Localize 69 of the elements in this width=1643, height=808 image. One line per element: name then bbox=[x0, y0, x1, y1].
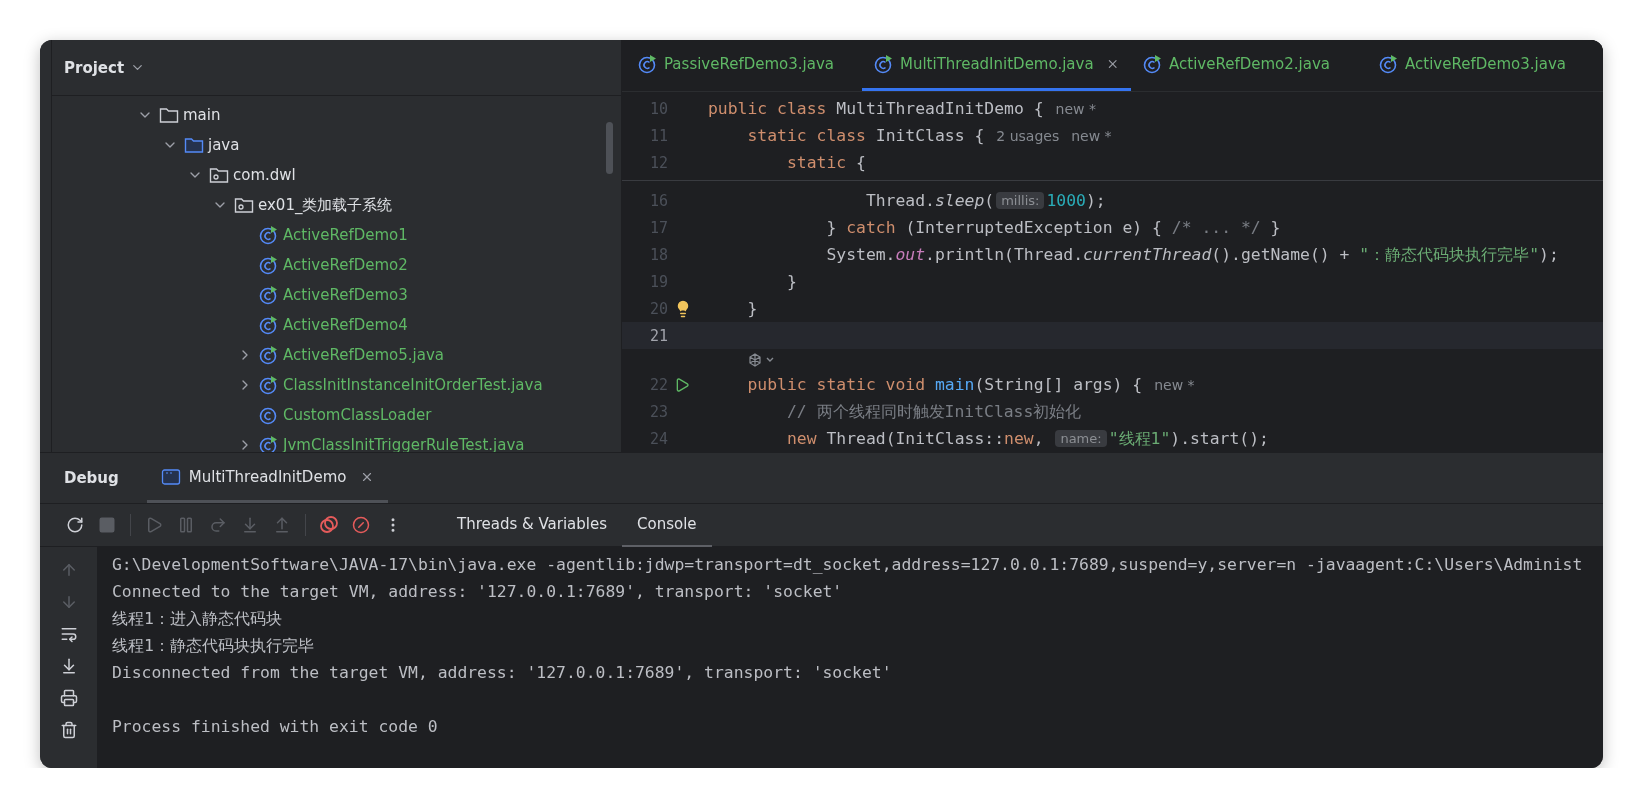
console-line: 线程1：进入静态代码块 bbox=[112, 607, 282, 630]
runnable-class-icon bbox=[259, 375, 279, 395]
tree-item[interactable]: CustomClassLoader bbox=[283, 406, 432, 424]
print-icon[interactable] bbox=[59, 689, 78, 707]
console-line: Connected to the target VM, address: '127.0.0.1:7689', transport: 'socket' bbox=[112, 582, 843, 601]
trash-icon[interactable] bbox=[59, 721, 78, 739]
mute-icon[interactable] bbox=[352, 516, 370, 534]
class-icon bbox=[259, 405, 279, 425]
panel-title[interactable]: Project bbox=[64, 58, 125, 77]
code-text: new Thread(InitClass::new, bbox=[785, 429, 1045, 448]
console-line: G:\DevelopmentSoftware\JAVA-17\bin\java.exe -agentlib:jdwp=transport=dt_socket,address=127.0.0.1:7689,suspend=y,server=n -javaagent:C:\Users\Administ bbox=[112, 555, 1583, 574]
code-text: // 两个线程同时触发InitClass初始化 bbox=[785, 400, 1082, 423]
scrollbar-thumb[interactable] bbox=[606, 122, 613, 174]
folder-icon bbox=[184, 136, 204, 154]
code-text: System.out.println(Thread.currentThread().getName() + "：静态代码块执行完毕"); bbox=[825, 243, 1559, 266]
runnable-class-icon bbox=[259, 345, 279, 365]
console-line: Process finished with exit code 0 bbox=[112, 717, 438, 736]
editor-tab[interactable]: ActiveRefDemo3.java bbox=[1367, 40, 1603, 91]
code-text: public static void main(String[] args) { bbox=[746, 375, 1143, 394]
folder-icon bbox=[159, 106, 179, 124]
console-window-icon bbox=[160, 467, 181, 486]
console-line: 线程1：静态代码块执行完毕 bbox=[112, 634, 314, 657]
package-folder-icon bbox=[209, 166, 229, 184]
runnable-class-icon bbox=[874, 54, 894, 74]
code-text: Thread.sleep( bbox=[864, 191, 995, 210]
tree-item[interactable]: ActiveRefDemo4 bbox=[283, 316, 408, 334]
code-text: 1000); bbox=[1046, 191, 1106, 210]
tree-item[interactable]: java bbox=[208, 136, 240, 154]
panel-title: Debug bbox=[64, 469, 119, 487]
editor-tab[interactable]: PassiveRefDemo3.java bbox=[626, 40, 862, 91]
code-text: } catch (InterruptedException e) { /* ... */ } bbox=[825, 218, 1281, 237]
tree-item[interactable]: ClassInitInstanceInitOrderTest.java bbox=[283, 376, 543, 394]
runnable-class-icon bbox=[259, 255, 279, 275]
runnable-class-icon bbox=[1379, 54, 1399, 74]
code-text: static { bbox=[785, 153, 866, 172]
tree-item[interactable]: ex01_类加载子系统 bbox=[258, 195, 393, 215]
code-text: } bbox=[785, 272, 797, 291]
wrap-icon[interactable] bbox=[59, 625, 78, 643]
tree-item[interactable]: ActiveRefDemo5.java bbox=[283, 346, 444, 364]
runnable-class-icon bbox=[259, 225, 279, 245]
editor-tab[interactable]: ActiveRefDemo2.java bbox=[1131, 40, 1367, 91]
breakpoints-icon[interactable] bbox=[319, 516, 339, 534]
rerun-icon[interactable] bbox=[66, 516, 84, 534]
console-line: Disconnected from the target VM, address: '127.0.0.1:7689', transport: 'socket' bbox=[112, 663, 892, 682]
code-text: } bbox=[746, 299, 758, 318]
code-annotation[interactable]: new * bbox=[1154, 376, 1195, 393]
runnable-class-icon bbox=[259, 285, 279, 305]
code-text: static class InitClass { bbox=[746, 126, 985, 145]
code-annotation[interactable]: new * bbox=[1055, 100, 1096, 117]
runnable-class-icon bbox=[259, 315, 279, 335]
code-text: public class MultiThreadInitDemo { bbox=[708, 99, 1044, 118]
tree-item[interactable]: ActiveRefDemo1 bbox=[283, 226, 408, 244]
package-folder-icon bbox=[234, 196, 254, 214]
tree-item[interactable]: ActiveRefDemo3 bbox=[283, 286, 408, 304]
code-annotation[interactable]: new * bbox=[1071, 127, 1112, 144]
tree-item[interactable]: main bbox=[183, 106, 221, 124]
tree-item[interactable]: ActiveRefDemo2 bbox=[283, 256, 408, 274]
runnable-class-icon bbox=[1143, 54, 1163, 74]
runnable-class-icon bbox=[259, 435, 279, 452]
debug-tab[interactable]: Threads & Variables bbox=[442, 503, 623, 547]
parameter-hint: millis: bbox=[996, 192, 1045, 209]
code-text: "线程1").start(); bbox=[1108, 427, 1269, 450]
run-icon[interactable] bbox=[674, 376, 690, 393]
line-number: 21 bbox=[648, 326, 668, 345]
parameter-hint: name: bbox=[1055, 430, 1107, 447]
tree-item[interactable]: com.dwl bbox=[233, 166, 296, 184]
runnable-class-icon bbox=[638, 54, 658, 74]
code-annotation[interactable]: 2 usages bbox=[996, 127, 1060, 144]
session-tab[interactable]: MultiThreadInitDemo bbox=[146, 453, 389, 503]
